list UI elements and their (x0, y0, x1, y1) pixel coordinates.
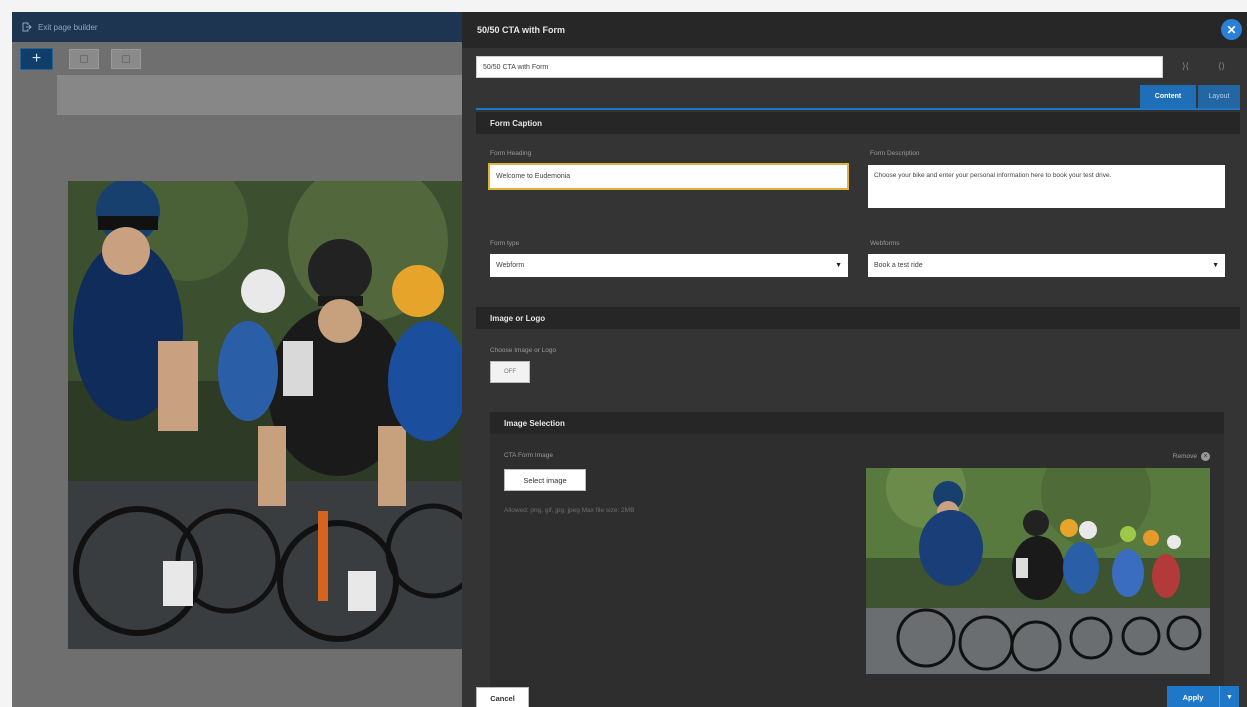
form-description-label: Form Description (870, 150, 920, 157)
close-icon: ✕ (1226, 22, 1237, 37)
form-type-value: Webform (496, 262, 525, 269)
choose-image-label: Choose Image or Logo (490, 347, 557, 354)
form-heading-input[interactable]: Welcome to Eudemonia (488, 163, 849, 190)
exit-page-builder-link[interactable]: Exit page builder (22, 22, 98, 32)
image-selection-section[interactable]: Image Selection (490, 412, 1224, 434)
form-caption-section[interactable]: Form Caption (476, 112, 1240, 134)
webforms-value: Book a test ride (874, 262, 923, 269)
image-or-logo-section[interactable]: Image or Logo (476, 307, 1240, 329)
cancel-button[interactable]: Cancel (476, 687, 529, 707)
builder-topbar: Exit page builder (12, 12, 464, 42)
settings-panel: 50/50 CTA with Form ✕ ⟩⟨ ⟨⟩ Content Layo… (462, 12, 1247, 707)
image-selection-panel: Image Selection CTA Form Image Select im… (490, 412, 1224, 707)
close-button[interactable]: ✕ (1221, 19, 1242, 40)
form-heading-value: Welcome to Eudemonia (496, 173, 571, 180)
form-type-select[interactable]: Webform ▼ (490, 254, 848, 277)
cyclists-preview-image (866, 468, 1210, 674)
square-icon (80, 55, 88, 63)
canvas-block-placeholder (57, 75, 464, 115)
image-preview (866, 468, 1210, 674)
panel-title: 50/50 CTA with Form (477, 25, 566, 35)
expand-icon[interactable]: ⟨⟩ (1218, 61, 1225, 72)
add-block-button[interactable]: + (20, 48, 53, 70)
tab-layout[interactable]: Layout (1198, 85, 1240, 108)
chevron-down-icon: ▼ (835, 262, 842, 269)
remove-icon: × (1201, 452, 1210, 461)
form-description-textarea[interactable]: Choose your bike and enter your personal… (868, 165, 1225, 208)
square-icon (122, 55, 130, 63)
panel-header: 50/50 CTA with Form ✕ (462, 12, 1247, 48)
collapse-icon[interactable]: ⟩⟨ (1182, 61, 1189, 72)
exit-icon (22, 22, 32, 32)
apply-label: Apply (1182, 693, 1204, 702)
block-title-input[interactable] (476, 56, 1163, 78)
allowed-files-hint: Allowed: png, gif, jpg, jpeg Max file si… (504, 507, 635, 514)
cyclists-image (68, 181, 464, 649)
form-description-value: Choose your bike and enter your personal… (874, 172, 1112, 179)
apply-button[interactable]: Apply ▼ (1167, 686, 1239, 707)
builder-toolbar: + (12, 42, 464, 74)
chevron-down-icon: ▼ (1212, 262, 1219, 269)
select-image-button[interactable]: Select image (504, 469, 586, 491)
webforms-label: Webforms (870, 240, 900, 247)
remove-image-link[interactable]: Remove × (1173, 452, 1210, 461)
form-heading-label: Form Heading (490, 150, 532, 157)
cta-form-image-label: CTA Form Image (504, 452, 554, 459)
exit-label: Exit page builder (38, 22, 98, 32)
chevron-down-icon[interactable]: ▼ (1219, 686, 1239, 707)
webforms-select[interactable]: Book a test ride ▼ (868, 254, 1225, 277)
toolbar-button-2[interactable] (111, 49, 141, 69)
panel-tabs: Content Layout (476, 85, 1240, 110)
form-type-label: Form type (490, 240, 520, 247)
toolbar-button-1[interactable] (69, 49, 99, 69)
image-logo-toggle[interactable]: OFF (490, 361, 530, 383)
tab-content[interactable]: Content (1140, 85, 1196, 108)
page-builder-frame: Exit page builder + 50/50 CTA with Form … (12, 12, 1247, 707)
canvas-cyclists-photo (68, 181, 464, 649)
remove-label: Remove (1172, 453, 1197, 460)
